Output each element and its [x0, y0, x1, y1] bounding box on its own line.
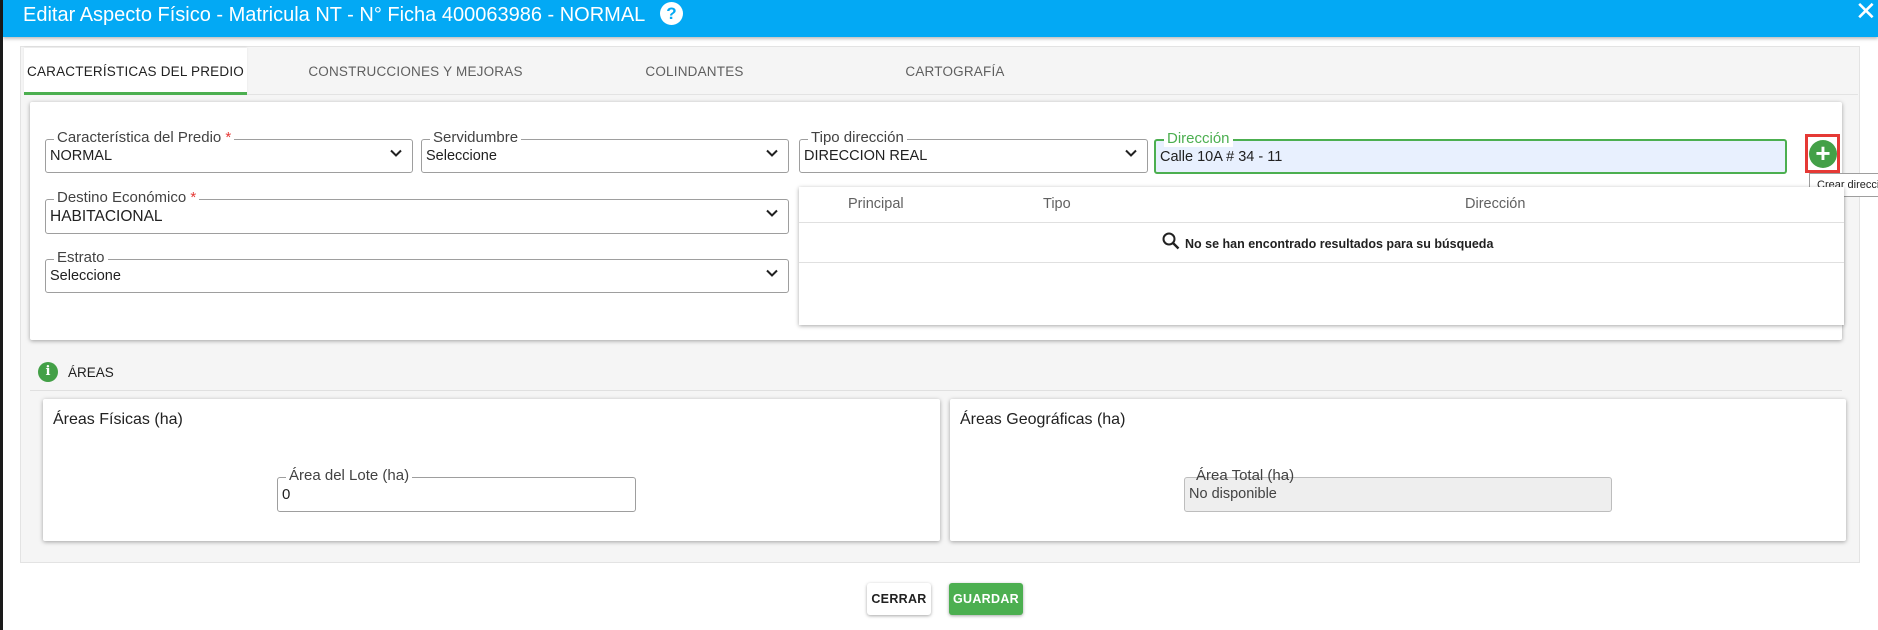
close-icon[interactable]: ✕ [1855, 0, 1877, 24]
destino-economico-value: HABITACIONAL [50, 208, 163, 225]
tab-colindantes[interactable]: COLINDANTES [584, 48, 805, 95]
areas-section-header: i ÁREAS [30, 355, 1842, 391]
chevron-down-icon [766, 149, 778, 157]
add-address-button[interactable]: + [1809, 140, 1837, 168]
destino-economico-label: Destino Económico * [54, 189, 200, 206]
chevron-down-icon [1125, 149, 1137, 157]
tab-construcciones-mejoras[interactable]: CONSTRUCCIONES Y MEJORAS [247, 48, 584, 95]
areas-section-title: ÁREAS [68, 365, 114, 380]
servidumbre-select[interactable]: Servidumbre Seleccione [421, 129, 789, 173]
caracteristica-predio-select[interactable]: Característica del Predio * NORMAL [45, 129, 413, 173]
estrato-select[interactable]: Estrato Seleccione [45, 249, 789, 293]
tab-cartografia[interactable]: CARTOGRAFÍA [805, 48, 1105, 95]
table-empty-row: No se han encontrado resultados para su … [799, 223, 1844, 263]
column-header-direccion[interactable]: Dirección [1465, 196, 1525, 212]
direccion-input[interactable]: Dirección Calle 10A # 34 - 11 [1154, 130, 1787, 174]
area-lote-input[interactable]: Área del Lote (ha) 0 [277, 467, 636, 512]
tipo-direccion-value: DIRECCION REAL [804, 148, 928, 164]
area-total-input: Área Total (ha) No disponible [1184, 467, 1612, 512]
areas-fisicas-card: Áreas Físicas (ha) Área del Lote (ha) 0 [43, 399, 940, 541]
help-icon[interactable]: ? [660, 2, 683, 25]
search-icon [1162, 232, 1180, 250]
tipo-direccion-label: Tipo dirección [808, 129, 907, 146]
empty-message: No se han encontrado resultados para su … [1185, 237, 1494, 251]
direccion-label: Dirección [1164, 130, 1233, 147]
chevron-down-icon [390, 149, 402, 157]
guardar-button[interactable]: GUARDAR [949, 583, 1023, 615]
chevron-down-icon [766, 209, 778, 217]
destino-economico-select[interactable]: Destino Económico * HABITACIONAL [45, 189, 789, 234]
info-icon: i [38, 362, 58, 382]
dialog-header: Editar Aspecto Físico - Matricula NT - N… [3, 0, 1878, 37]
address-table: Principal Tipo Dirección No se han encon… [799, 187, 1844, 325]
estrato-value: Seleccione [50, 268, 121, 284]
caracteristica-predio-label: Característica del Predio * [54, 129, 235, 146]
area-lote-value: 0 [282, 486, 291, 503]
tipo-direccion-select[interactable]: Tipo dirección DIRECCION REAL [799, 129, 1148, 173]
areas-fisicas-title: Áreas Físicas (ha) [53, 411, 183, 428]
servidumbre-value: Seleccione [426, 148, 497, 164]
servidumbre-label: Servidumbre [430, 129, 522, 146]
chevron-down-icon [766, 269, 778, 277]
areas-geograficas-card: Áreas Geográficas (ha) Área Total (ha) N… [950, 399, 1846, 541]
area-lote-label: Área del Lote (ha) [286, 467, 413, 484]
tab-caracteristicas-predio[interactable]: CARACTERÍSTICAS DEL PREDIO [24, 48, 247, 95]
column-header-principal[interactable]: Principal [848, 196, 904, 212]
column-header-tipo[interactable]: Tipo [1043, 196, 1071, 212]
area-total-value: No disponible [1189, 486, 1277, 502]
caracteristica-predio-value: NORMAL [50, 148, 113, 164]
areas-geograficas-title: Áreas Geográficas (ha) [960, 411, 1126, 428]
table-header: Principal Tipo Dirección [799, 187, 1844, 223]
dialog: Editar Aspecto Físico - Matricula NT - N… [0, 0, 1878, 630]
dialog-title: Editar Aspecto Físico - Matricula NT - N… [23, 4, 646, 26]
estrato-label: Estrato [54, 249, 108, 266]
direccion-value: Calle 10A # 34 - 11 [1160, 149, 1283, 165]
area-total-label: Área Total (ha) [1196, 467, 1295, 484]
cerrar-button[interactable]: CERRAR [867, 583, 931, 615]
